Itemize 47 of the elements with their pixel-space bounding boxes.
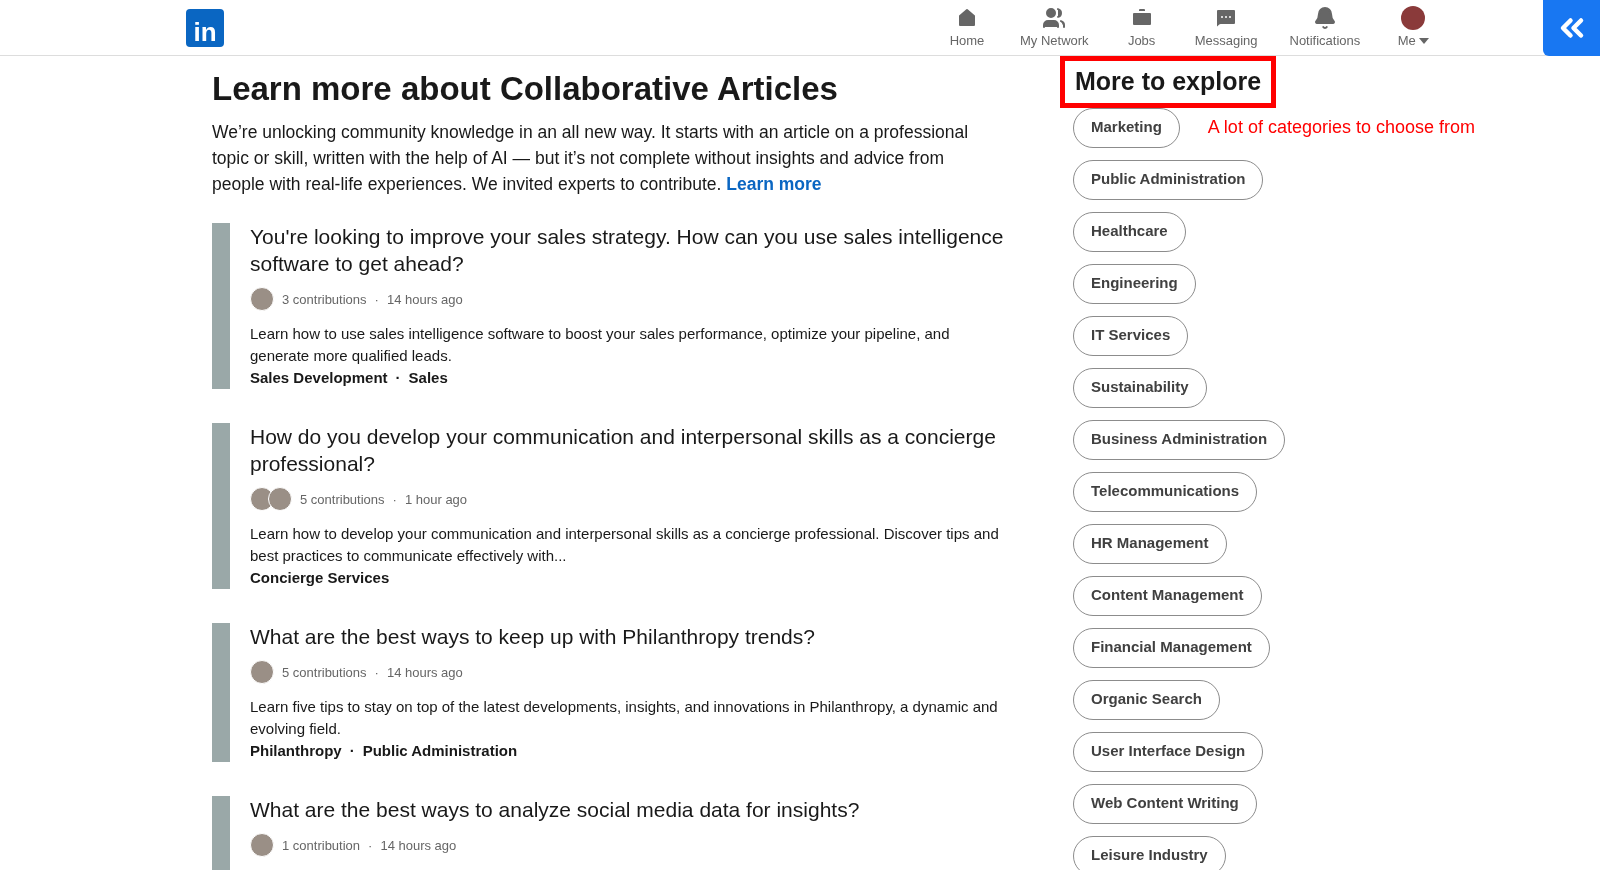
article-title[interactable]: What are the best ways to keep up with Philanthropy trends?	[250, 623, 1012, 651]
nav-item[interactable]: My Network	[1010, 5, 1099, 50]
article-title[interactable]: How do you develop your communication and interpersonal skills as a concierge professional?	[250, 423, 1012, 478]
post-time: 14 hours ago	[380, 836, 457, 855]
contribution-count: 1 contribution	[282, 836, 361, 855]
avatar-placeholder	[250, 833, 274, 858]
article-summary: Learn five tips to stay on top of the latest developments, insights, and innovations in Philanthropy, a dynamic and evolving field.	[250, 697, 999, 740]
nav-item[interactable]: Jobs	[1110, 5, 1173, 50]
topic-link[interactable]: Philanthropy	[250, 740, 342, 763]
annotation-text: A lot of categories to choose from	[1207, 116, 1475, 139]
avatar-icon	[1401, 5, 1426, 30]
learn-more-link[interactable]: Learn more	[726, 174, 822, 195]
post-time: 14 hours ago	[386, 290, 463, 309]
article-title[interactable]: What are the best ways to analyze social media data for insights?	[250, 796, 860, 824]
caret-icon	[1418, 38, 1429, 44]
topic-link[interactable]: Public Administration	[362, 740, 518, 763]
page-title: Learn more about Collaborative Articles	[212, 69, 839, 109]
separator-dot: ·	[374, 663, 379, 682]
avatar-placeholder	[268, 487, 292, 512]
separator-dot: ·	[349, 741, 355, 762]
bell-icon	[1312, 5, 1337, 30]
contribution-count: 5 contributions	[282, 663, 367, 682]
nav-item[interactable]: Notifications	[1279, 5, 1371, 50]
topic-link[interactable]: Concierge Services	[250, 567, 390, 590]
side-panel-button[interactable]	[1543, 0, 1600, 56]
contribution-count: 5 contributions	[300, 490, 385, 509]
topic-link[interactable]: Sales	[408, 367, 448, 390]
avatar-placeholder	[250, 660, 274, 685]
post-time: 1 hour ago	[404, 490, 468, 509]
article-title[interactable]: You're looking to improve your sales strategy. How can you use sales intelligence software to get ahead?	[250, 223, 1012, 278]
separator-dot: ·	[374, 290, 379, 309]
article-summary: Learn how to develop your communication and interpersonal skills as a concierge professional. Discover tips and best practices to communicate effectively with...	[250, 524, 1000, 567]
separator-dot: ·	[368, 836, 373, 855]
nav-item[interactable]: Home	[936, 5, 998, 50]
nav-item[interactable]: Me	[1382, 5, 1445, 50]
separator-dot: ·	[395, 368, 401, 389]
nav-item[interactable]: Messaging	[1184, 5, 1268, 50]
separator-dot: ·	[392, 490, 397, 509]
avatar-placeholder	[250, 287, 274, 312]
section-title-highlighted: More to explore	[1060, 56, 1277, 108]
contribution-count: 3 contributions	[282, 290, 367, 309]
people-icon	[1042, 5, 1067, 30]
post-time: 14 hours ago	[386, 663, 463, 682]
article-summary: Learn how to use sales intelligence software to boost your sales performance, optimize your pipeline, and generate more qualified leads.	[250, 324, 951, 367]
logo[interactable]: in	[186, 8, 224, 47]
topic-link[interactable]: Sales Development	[250, 367, 388, 390]
intro-paragraph: We’re unlocking community knowledge in an all new way. It starts with an article on a professional topic or skill, written with the help of AI — but it’s not complete without insights and advice from people with real-life experiences. We invited experts to contribute. Learn more	[212, 121, 970, 197]
